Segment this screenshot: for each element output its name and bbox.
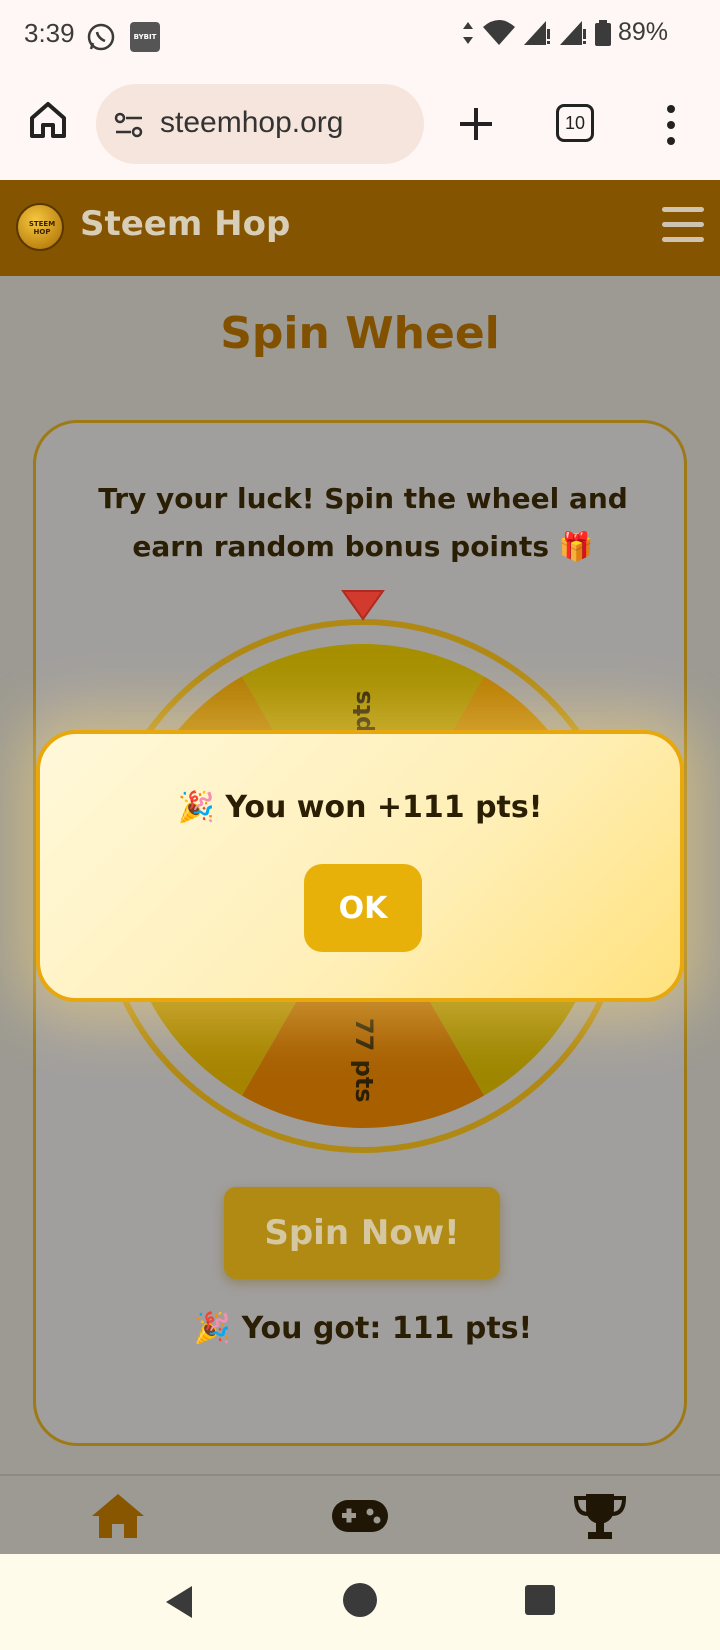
data-arrows-icon — [462, 21, 473, 44]
recents-icon[interactable] — [524, 1584, 556, 1616]
battery-icon — [594, 19, 611, 46]
url-text: steemhop.org — [160, 106, 344, 139]
url-bar[interactable]: steemhop.org — [96, 84, 424, 164]
status-time: 3:39 — [24, 18, 75, 48]
trophy-nav-icon[interactable] — [570, 1490, 630, 1542]
win-message: 🎉 You won +111 pts! — [177, 790, 543, 825]
wheel-segment-label: 77 pts — [350, 1018, 378, 1103]
status-bar: 3:39 BYBIT 89% — [0, 0, 720, 72]
app-logo[interactable]: STEEM HOP — [16, 203, 64, 251]
home-icon[interactable] — [26, 98, 70, 142]
gamepad-nav-icon[interactable] — [330, 1490, 390, 1542]
spin-result-text: 🎉 You got: 111 pts! — [193, 1311, 533, 1346]
home-circle-icon[interactable] — [342, 1582, 378, 1618]
spin-intro-text: Try your luck! Spin the wheel and earn r… — [98, 482, 628, 563]
signal-icon-2 — [559, 20, 586, 45]
tab-switcher-button[interactable]: 10 — [556, 104, 594, 142]
android-nav-bar — [0, 1554, 720, 1650]
more-vert-icon[interactable] — [656, 100, 686, 150]
signal-icon — [523, 20, 550, 45]
spin-now-button[interactable]: Spin Now! — [224, 1187, 500, 1279]
app-header: STEEM HOP Steem Hop — [0, 180, 720, 276]
win-dialog: 🎉 You won +111 pts! OK — [36, 730, 684, 1002]
hamburger-menu-icon[interactable] — [662, 207, 704, 247]
app-title[interactable]: Steem Hop — [80, 204, 290, 244]
plus-icon[interactable] — [454, 102, 498, 146]
home-nav-icon[interactable] — [88, 1490, 148, 1542]
browser-toolbar: steemhop.org 10 — [0, 72, 720, 180]
wheel-segment-label: pts — [348, 690, 376, 733]
wheel-pointer-icon — [341, 590, 385, 621]
status-indicators: 89% — [460, 18, 668, 47]
whatsapp-icon — [87, 23, 115, 51]
site-settings-icon[interactable] — [112, 108, 146, 142]
bybit-icon: BYBIT — [130, 22, 160, 52]
battery-level: 89% — [617, 18, 668, 46]
bottom-nav — [0, 1474, 720, 1554]
page-title: Spin Wheel — [220, 308, 500, 359]
ok-button[interactable]: OK — [304, 864, 422, 952]
back-icon[interactable] — [162, 1582, 196, 1622]
wifi-icon — [482, 19, 515, 45]
